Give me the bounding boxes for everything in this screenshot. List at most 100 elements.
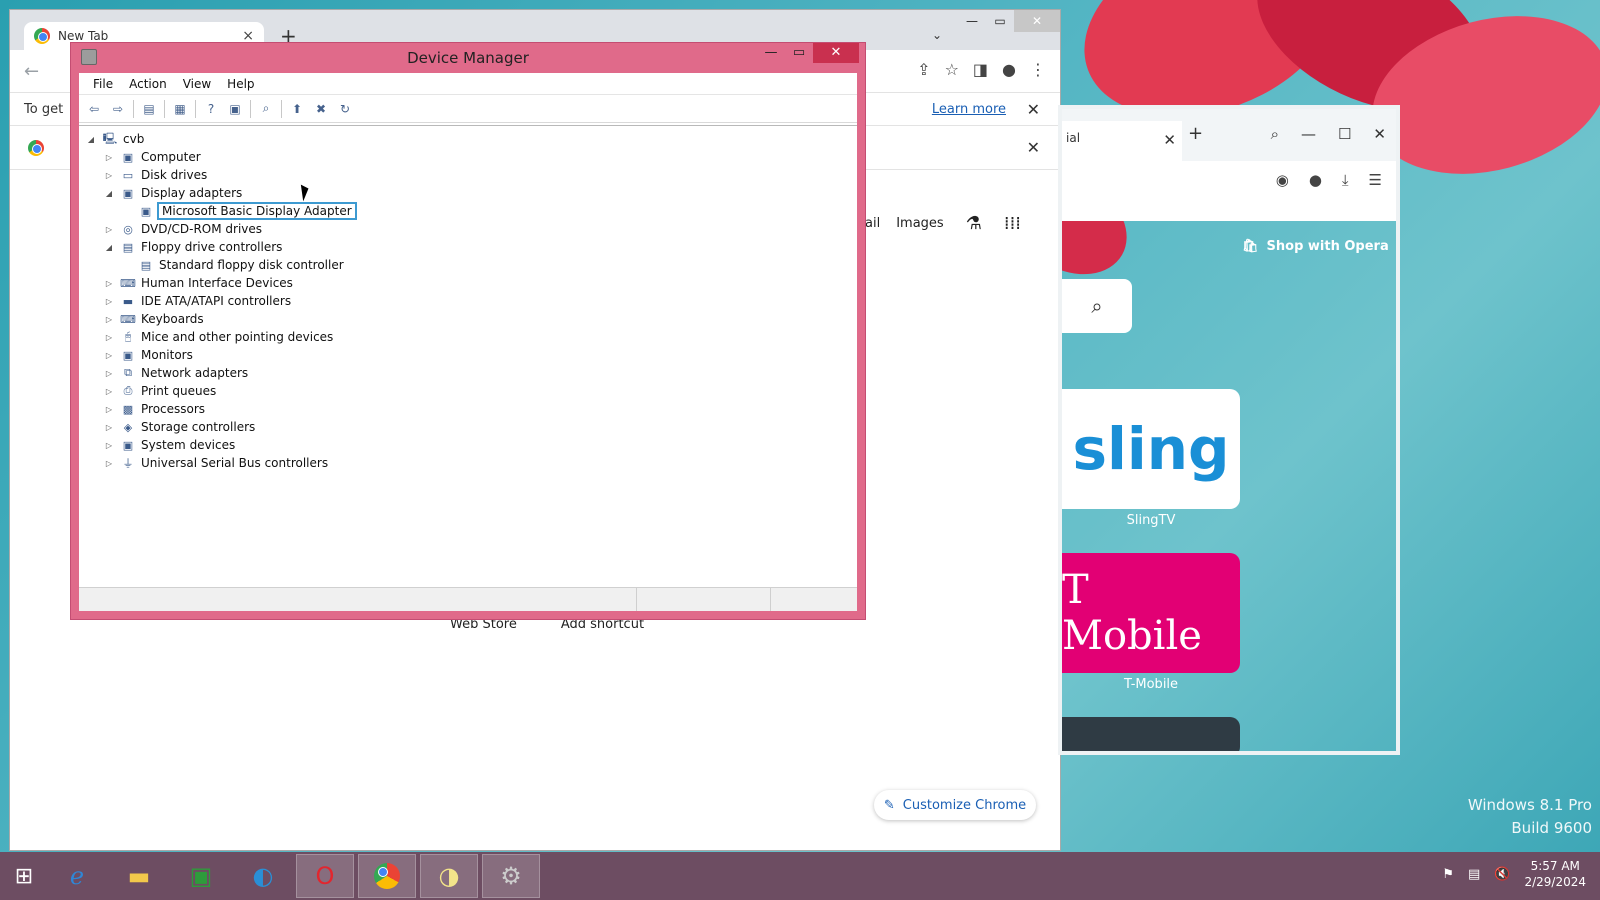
action-pane-icon[interactable]: ▣: [226, 100, 244, 118]
tree-node-print-queues[interactable]: ▷ ⎙ Print queues: [79, 382, 857, 400]
expand-arrow-icon[interactable]: ▷: [103, 315, 115, 324]
expand-arrow-icon[interactable]: ▷: [103, 279, 115, 288]
shop-with-opera-button[interactable]: 🛍 Shop with Opera: [1242, 239, 1389, 254]
gmail-link[interactable]: ail: [865, 216, 880, 231]
menu-file[interactable]: File: [85, 77, 121, 91]
tree-node-human-interface-devices[interactable]: ▷ ⌨ Human Interface Devices: [79, 274, 857, 292]
expand-arrow-icon[interactable]: ▷: [103, 387, 115, 396]
maximize-button[interactable]: ☐: [1338, 125, 1351, 143]
tree-node-mice[interactable]: ▷ 🖰 Mice and other pointing devices: [79, 328, 857, 346]
close-button[interactable]: ✕: [1014, 10, 1060, 32]
tab-search-chevron-icon[interactable]: ⌄: [932, 28, 942, 42]
network-icon[interactable]: ▤: [1468, 867, 1480, 882]
labs-flask-icon[interactable]: ⚗: [966, 213, 982, 234]
minimize-button[interactable]: —: [958, 10, 986, 32]
collapse-arrow-icon[interactable]: ◢: [103, 189, 115, 198]
download-icon[interactable]: ⤓: [1342, 171, 1349, 189]
maximize-button[interactable]: ▭: [785, 43, 813, 63]
close-button[interactable]: ✕: [1373, 125, 1386, 143]
help-icon[interactable]: ?: [202, 100, 220, 118]
expand-arrow-icon[interactable]: ▷: [103, 351, 115, 360]
profile-icon[interactable]: ●: [1309, 171, 1322, 189]
tree-node-ide-ata-atapi[interactable]: ▷ ▬ IDE ATA/ATAPI controllers: [79, 292, 857, 310]
volume-muted-icon[interactable]: 🔇: [1494, 867, 1510, 882]
store-icon[interactable]: ▣: [172, 854, 230, 898]
tmobile-tile[interactable]: T Mobile: [1062, 553, 1240, 673]
slingtv-tile[interactable]: sling: [1062, 389, 1240, 509]
control-panel-icon[interactable]: ◑: [420, 854, 478, 898]
apps-grid-icon[interactable]: ⁞⁞⁞: [1004, 213, 1021, 234]
images-link[interactable]: Images: [896, 216, 944, 231]
maximize-button[interactable]: ▭: [986, 10, 1014, 32]
scan-hardware-icon[interactable]: ⌕: [257, 100, 275, 118]
chrome-icon[interactable]: [358, 854, 416, 898]
menu-view[interactable]: View: [175, 77, 219, 91]
opera-search-box[interactable]: ⌕: [1062, 279, 1132, 333]
show-hide-console-tree-icon[interactable]: ▤: [140, 100, 158, 118]
tree-node-microsoft-basic-display-adapter[interactable]: ▣ Microsoft Basic Display Adapter: [79, 202, 857, 220]
file-explorer-icon[interactable]: ▬: [110, 854, 168, 898]
close-tab-icon[interactable]: ✕: [1163, 131, 1176, 149]
close-button[interactable]: ✕: [813, 43, 859, 63]
camera-icon[interactable]: ◉: [1276, 171, 1289, 189]
internet-explorer-icon[interactable]: ℯ: [48, 854, 106, 898]
tree-node-standard-floppy-disk-controller[interactable]: ▤ Standard floppy disk controller: [79, 256, 857, 274]
back-arrow-icon[interactable]: ←: [24, 61, 39, 82]
clock[interactable]: 5:57 AM 2/29/2024: [1524, 858, 1586, 890]
share-icon[interactable]: ⇪: [917, 60, 930, 79]
customize-chrome-button[interactable]: ✎ Customize Chrome: [874, 790, 1036, 820]
tree-node-usb-controllers[interactable]: ▷ ⏚ Universal Serial Bus controllers: [79, 454, 857, 472]
properties-icon[interactable]: ▦: [171, 100, 189, 118]
tree-node-network-adapters[interactable]: ▷ ⧉ Network adapters: [79, 364, 857, 382]
menu-help[interactable]: Help: [219, 77, 262, 91]
opera-icon[interactable]: O: [296, 854, 354, 898]
flag-icon[interactable]: ⚑: [1442, 867, 1454, 882]
tree-node-disk-drives[interactable]: ▷ ▭ Disk drives: [79, 166, 857, 184]
collapse-arrow-icon[interactable]: ◢: [103, 243, 115, 252]
start-windows-icon[interactable]: ⊞: [0, 852, 48, 900]
expand-arrow-icon[interactable]: ▷: [103, 441, 115, 450]
opera-tab[interactable]: ial ✕: [1062, 121, 1182, 161]
back-arrow-icon[interactable]: ⇦: [85, 100, 103, 118]
collapse-arrow-icon[interactable]: ◢: [85, 135, 97, 144]
uninstall-device-icon[interactable]: ✖: [312, 100, 330, 118]
expand-arrow-icon[interactable]: ▷: [103, 297, 115, 306]
tree-node-storage-controllers[interactable]: ▷ ◈ Storage controllers: [79, 418, 857, 436]
tree-node-keyboards[interactable]: ▷ ⌨ Keyboards: [79, 310, 857, 328]
tree-node-display-adapters[interactable]: ◢ ▣ Display adapters: [79, 184, 857, 202]
device-manager-taskbar-icon[interactable]: ⚙: [482, 854, 540, 898]
side-panel-icon[interactable]: ◨: [973, 60, 988, 79]
expand-arrow-icon[interactable]: ▷: [103, 369, 115, 378]
menu-kebab-icon[interactable]: ⋮: [1030, 60, 1046, 79]
expand-arrow-icon[interactable]: ▷: [103, 225, 115, 234]
tree-node-processors[interactable]: ▷ ▩ Processors: [79, 400, 857, 418]
expand-arrow-icon[interactable]: ▷: [103, 423, 115, 432]
expand-arrow-icon[interactable]: ▷: [103, 333, 115, 342]
menu-icon[interactable]: ☰: [1369, 171, 1382, 189]
tree-node-system-devices[interactable]: ▷ ▣ System devices: [79, 436, 857, 454]
speed-dial-tile[interactable]: [1062, 717, 1240, 751]
edge-icon[interactable]: ◐: [234, 854, 292, 898]
tree-node-floppy-drive-controllers[interactable]: ◢ ▤ Floppy drive controllers: [79, 238, 857, 256]
minimize-button[interactable]: —: [757, 43, 785, 63]
bookmark-star-icon[interactable]: ☆: [945, 60, 959, 79]
profile-icon[interactable]: ●: [1002, 60, 1016, 79]
dismiss-bar-icon[interactable]: ✕: [1027, 138, 1040, 157]
expand-arrow-icon[interactable]: ▷: [103, 153, 115, 162]
forward-arrow-icon[interactable]: ⇨: [109, 100, 127, 118]
tree-node-monitors[interactable]: ▷ ▣ Monitors: [79, 346, 857, 364]
tree-node-dvd-cdrom[interactable]: ▷ ◎ DVD/CD-ROM drives: [79, 220, 857, 238]
expand-arrow-icon[interactable]: ▷: [103, 405, 115, 414]
enable-device-icon[interactable]: ↻: [336, 100, 354, 118]
learn-more-link[interactable]: Learn more: [932, 102, 1006, 117]
expand-arrow-icon[interactable]: ▷: [103, 171, 115, 180]
new-tab-button[interactable]: +: [1188, 123, 1203, 144]
minimize-button[interactable]: —: [1301, 125, 1316, 143]
update-driver-icon[interactable]: ⬆: [288, 100, 306, 118]
expand-arrow-icon[interactable]: ▷: [103, 459, 115, 468]
dismiss-infobar-icon[interactable]: ✕: [1027, 100, 1040, 119]
search-icon[interactable]: ⌕: [1271, 125, 1279, 143]
tree-node-computer[interactable]: ▷ ▣ Computer: [79, 148, 857, 166]
tree-root[interactable]: ◢ 🖳 cvb: [79, 130, 857, 148]
menu-action[interactable]: Action: [121, 77, 175, 91]
